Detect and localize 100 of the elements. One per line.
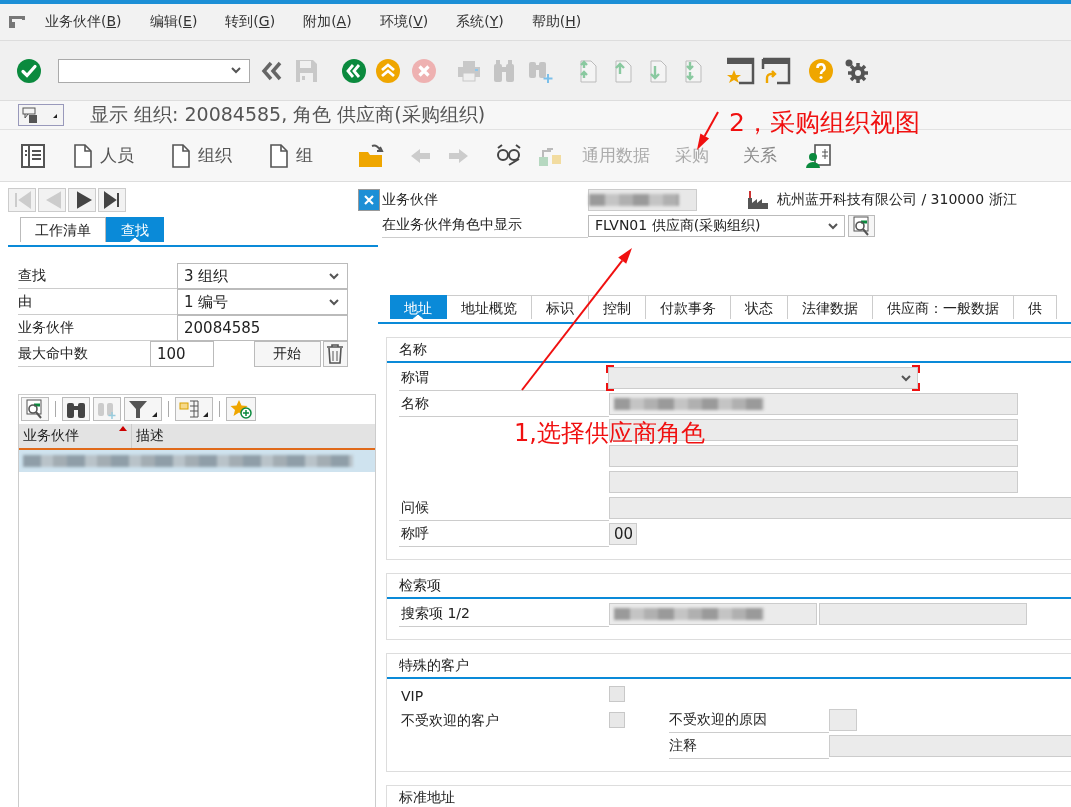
- tab[interactable]: 工作清单: [20, 217, 106, 242]
- field-label: 搜索项 1/2: [399, 601, 609, 627]
- settings-icon[interactable]: [843, 57, 869, 84]
- screen-menu-button[interactable]: [18, 104, 64, 126]
- field-label: VIP: [400, 687, 425, 706]
- next-button[interactable]: [68, 188, 96, 212]
- dropdown[interactable]: 1 编号: [177, 289, 348, 315]
- result-row[interactable]: [19, 450, 375, 472]
- search-help-button[interactable]: [848, 215, 875, 237]
- annotation-text: 2，采购组织视图: [729, 107, 920, 139]
- create-button[interactable]: 组: [270, 143, 313, 168]
- dropdown[interactable]: 3 组织: [177, 263, 348, 289]
- input-field[interactable]: [609, 497, 1071, 519]
- tab[interactable]: 地址: [390, 295, 447, 319]
- column-header[interactable]: 描述: [132, 424, 164, 448]
- input-field[interactable]: 00: [609, 523, 637, 545]
- input-field[interactable]: [829, 709, 857, 731]
- magnifier-icon: [25, 399, 45, 419]
- chevron-down-icon: [901, 374, 911, 382]
- screen-icon: [19, 106, 59, 124]
- menu-item[interactable]: 帮助(H): [531, 13, 582, 31]
- chevron-down-icon: [329, 272, 339, 280]
- tab[interactable]: 地址概览: [447, 295, 532, 319]
- delete-button[interactable]: [322, 341, 348, 367]
- create-button[interactable]: 人员: [74, 143, 134, 168]
- start-button[interactable]: 开始: [253, 341, 321, 367]
- menu-item[interactable]: 转到(G): [225, 13, 276, 31]
- save-icon[interactable]: [294, 57, 318, 84]
- tab[interactable]: 控制: [589, 295, 646, 319]
- command-field[interactable]: [58, 58, 250, 83]
- tab[interactable]: 供应商：一般数据: [873, 295, 1014, 319]
- document-icon: [74, 143, 92, 168]
- back-icon[interactable]: [341, 57, 367, 84]
- field-label: 名称: [399, 391, 609, 417]
- chevron-down-icon: [231, 67, 241, 74]
- new-session-icon[interactable]: [725, 56, 755, 85]
- last-button[interactable]: [98, 188, 126, 212]
- column-header[interactable]: 业务伙伴: [19, 424, 132, 448]
- tab[interactable]: 供: [1014, 295, 1057, 319]
- input-field[interactable]: 100: [149, 341, 214, 367]
- factory-icon: [747, 190, 769, 210]
- menu-icon[interactable]: [8, 15, 26, 29]
- cancel-icon[interactable]: [411, 57, 437, 84]
- sort-icon: [119, 426, 127, 431]
- role-dropdown[interactable]: FLVN01 供应商(采购组织): [588, 215, 845, 237]
- tab[interactable]: 查找: [106, 217, 164, 242]
- trash-icon: [326, 344, 345, 364]
- field-label: 业务伙伴: [382, 191, 439, 209]
- layout-button[interactable]: [175, 397, 213, 421]
- filter-button[interactable]: [124, 397, 162, 421]
- input-field[interactable]: [609, 393, 1018, 415]
- field-label: 不受欢迎的客户: [400, 711, 500, 730]
- input-field[interactable]: [609, 471, 1018, 493]
- create-button[interactable]: 组织: [172, 143, 232, 168]
- screen-title: 显示 组织: 20084585, 角色 供应商(采购组织): [90, 102, 486, 127]
- document-icon: [270, 143, 288, 168]
- menu-item[interactable]: 业务伙伴(B): [45, 13, 122, 31]
- shortcut-icon[interactable]: [761, 56, 791, 85]
- help-icon[interactable]: [808, 57, 834, 84]
- input-field[interactable]: [819, 603, 1027, 625]
- close-icon: [364, 195, 374, 205]
- layout-icon: [179, 399, 209, 419]
- field-label: 在业务伙伴角色中显示: [382, 214, 588, 238]
- tab[interactable]: 付款事务: [646, 295, 731, 319]
- detail-list-icon[interactable]: [20, 142, 46, 169]
- tab[interactable]: 法律数据: [788, 295, 873, 319]
- tab[interactable]: 标识: [532, 295, 589, 319]
- exit-icon[interactable]: [375, 57, 401, 84]
- folder-icon[interactable]: [357, 143, 385, 168]
- input-field[interactable]: [609, 603, 817, 625]
- magnifier-icon: [851, 216, 872, 236]
- check-icon[interactable]: [16, 57, 42, 84]
- person-relationship-icon[interactable]: [806, 142, 832, 169]
- document-icon: [172, 143, 190, 168]
- filter-icon: [128, 399, 158, 419]
- checkbox[interactable]: [609, 686, 625, 702]
- menu-item[interactable]: 附加(A): [303, 13, 352, 31]
- menu-item[interactable]: 环境(V): [379, 13, 429, 31]
- favorite-add-button[interactable]: [226, 397, 256, 421]
- tab-notch-icon: [412, 313, 424, 319]
- field-label: 问候: [399, 495, 609, 521]
- input-field[interactable]: 20084585: [177, 315, 348, 341]
- annotation-text: 1,选择供应商角色: [514, 418, 705, 449]
- star-add-icon: [230, 399, 252, 419]
- print-icon[interactable]: [456, 58, 482, 83]
- menu-item[interactable]: 系统(Y): [456, 13, 504, 31]
- close-button[interactable]: [358, 189, 380, 211]
- menu-item[interactable]: 编辑(E): [149, 13, 198, 31]
- find-button[interactable]: [62, 397, 90, 421]
- section-title: 检索项: [387, 574, 1071, 599]
- first-button[interactable]: [8, 188, 36, 212]
- chevron-down-icon: [329, 298, 339, 306]
- details-button[interactable]: [21, 397, 49, 421]
- section-title: 特殊的客户: [387, 654, 1071, 679]
- find-icon[interactable]: [492, 57, 516, 84]
- chevron-down-icon: [828, 222, 838, 230]
- glasses-icon[interactable]: [496, 142, 522, 169]
- tab[interactable]: 状态: [731, 295, 788, 319]
- checkbox[interactable]: [609, 712, 625, 728]
- input-field[interactable]: [609, 445, 1018, 467]
